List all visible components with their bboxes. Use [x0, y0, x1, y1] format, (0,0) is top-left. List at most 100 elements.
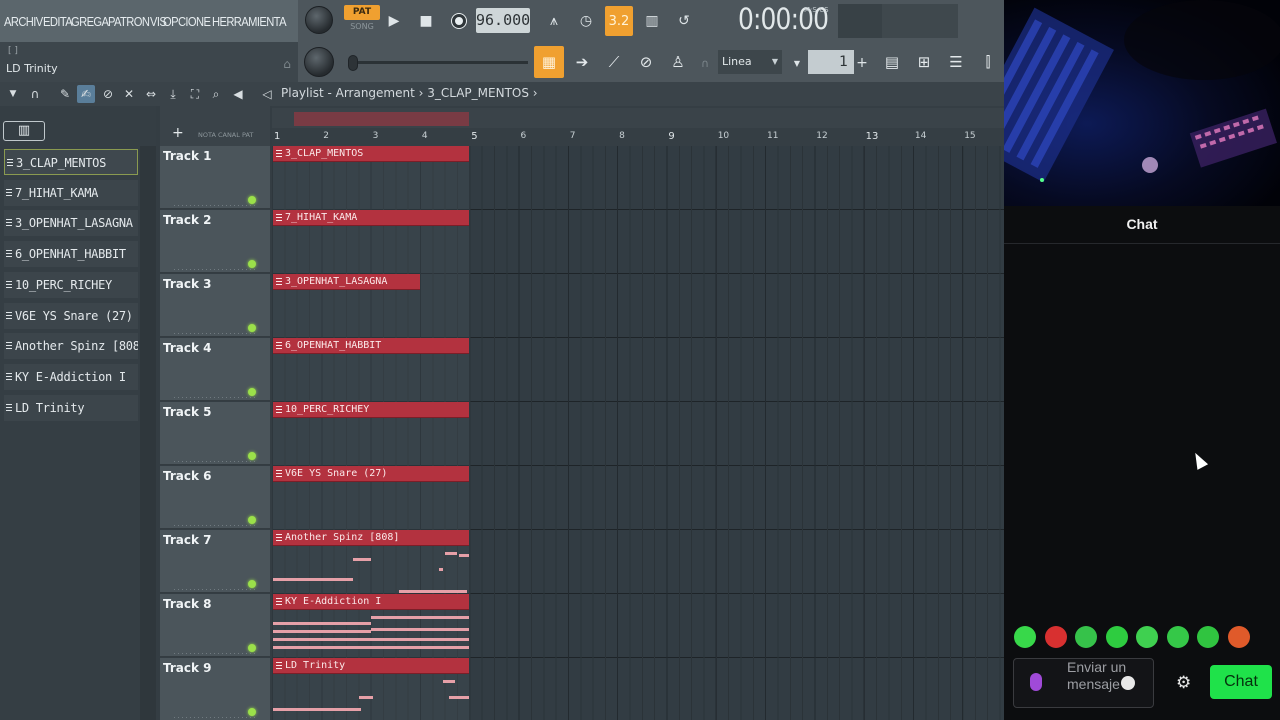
picker-item[interactable]: 3_CLAP_MENTOS [4, 149, 138, 175]
track-header[interactable]: Track 5 [160, 402, 270, 465]
pattern-number[interactable]: 1 [808, 50, 854, 74]
loop-region[interactable] [294, 112, 469, 126]
loop-record-icon[interactable]: ↺ [670, 8, 698, 34]
song-mode[interactable]: SONG [344, 20, 380, 34]
piano-roll-icon[interactable]: ⊞ [910, 49, 938, 75]
slice-icon[interactable]: ⤓ [164, 85, 182, 103]
picker-item[interactable]: 7_HIHAT_KAMA [4, 179, 138, 206]
emote-icon[interactable] [1044, 626, 1067, 648]
pattern-clip[interactable]: LD Trinity [273, 658, 470, 720]
paint-icon[interactable]: ✍ [77, 85, 95, 103]
track-enable-led[interactable] [248, 388, 256, 396]
chat-send-button[interactable]: Chat [1210, 665, 1272, 699]
chat-message-input[interactable]: Enviar un mensaje [1013, 658, 1154, 708]
pattern-clip[interactable]: V6E YS Snare (27) [273, 466, 470, 529]
pattern-clip[interactable]: 10_PERC_RICHEY [273, 402, 470, 465]
gear-icon[interactable]: ⚙ [1176, 673, 1191, 693]
track-enable-led[interactable] [248, 260, 256, 268]
pattern-prev-icon[interactable]: ▼ [790, 58, 804, 68]
playback-icon[interactable]: ◀ [229, 85, 247, 103]
pattern-clip[interactable]: 7_HIHAT_KAMA [273, 210, 470, 273]
emote-icon[interactable] [1166, 626, 1189, 648]
emoji-icon[interactable] [1121, 676, 1135, 690]
main-volume-knob[interactable] [305, 6, 333, 34]
pattern-clip[interactable]: 3_CLAP_MENTOS [273, 146, 470, 209]
step-edit-icon[interactable]: ▥ [638, 8, 666, 34]
track-header[interactable]: Track 9 [160, 658, 270, 720]
slip-icon[interactable]: ⇔ [142, 85, 160, 103]
record-button[interactable] [446, 8, 472, 34]
master-volume-slider-thumb[interactable] [348, 55, 358, 71]
pattern-clip[interactable]: Another Spinz [808] [273, 530, 470, 593]
picker-item[interactable]: 6_OPENHAT_HABBIT [4, 241, 138, 268]
emote-icon[interactable] [1105, 626, 1128, 648]
picker-item[interactable]: V6E YS Snare (27) [4, 302, 138, 329]
track-header[interactable]: Track 2 [160, 210, 270, 273]
arrow-right-icon[interactable]: ➔ [568, 49, 596, 75]
magnet-icon[interactable]: ∩ [26, 85, 44, 103]
playlist-icon[interactable]: ▤ [878, 49, 906, 75]
pattern-clip[interactable]: 6_OPENHAT_HABBIT [273, 338, 470, 401]
emote-icon[interactable] [1075, 626, 1097, 648]
track-header[interactable]: Track 7 [160, 530, 270, 593]
track-enable-led[interactable] [248, 644, 256, 652]
arrangement-arrow-icon[interactable]: ◁ [258, 85, 276, 103]
playlist-breadcrumb[interactable]: Playlist - Arrangement › 3_CLAP_MENTOS › [281, 86, 538, 100]
emote-icon[interactable] [1227, 626, 1250, 648]
playlist-grid[interactable]: 3_CLAP_MENTOS 7_HIHAT_KAMA 3_OPENHAT_LASAG… [272, 146, 1004, 720]
picker-item[interactable]: 10_PERC_RICHEY [4, 271, 138, 298]
piano-keyboard-icon[interactable]: ▥ [3, 121, 45, 141]
stamp-icon[interactable]: ♙ [664, 49, 692, 75]
mixer-icon[interactable]: ⫿ [974, 49, 1002, 75]
pencil-icon[interactable]: ✎ [56, 85, 74, 103]
lock-icon[interactable]: ⌂ [280, 56, 294, 72]
track-header[interactable]: Track 3 [160, 274, 270, 337]
track-header[interactable]: Track 4 [160, 338, 270, 401]
emote-icon[interactable] [1136, 626, 1158, 648]
pattern-display[interactable]: 3.2 [605, 6, 633, 36]
play-button[interactable]: ▶ [382, 8, 406, 34]
master-pitch-knob[interactable] [304, 47, 334, 77]
picker-item[interactable]: KY E-Addiction I [4, 363, 138, 390]
track-enable-led[interactable] [248, 708, 256, 716]
picker-item[interactable]: Another Spinz [808] [4, 333, 138, 360]
headphones-icon[interactable]: ∩ [698, 56, 712, 70]
track-enable-led[interactable] [248, 452, 256, 460]
menu-editar[interactable]: EDITA [43, 14, 73, 29]
track-enable-led[interactable] [248, 196, 256, 204]
track-header[interactable]: Track 1 [160, 146, 270, 209]
track-header[interactable]: Track 6 [160, 466, 270, 529]
track-enable-led[interactable] [248, 516, 256, 524]
menu-opciones[interactable]: OPCIONE [163, 14, 211, 29]
microphone-icon[interactable] [1030, 673, 1042, 691]
brush-icon[interactable]: ⟋ [600, 49, 628, 75]
track-enable-led[interactable] [248, 324, 256, 332]
pattern-clip[interactable]: 3_OPENHAT_LASAGNA [273, 274, 420, 337]
timeline-ruler[interactable]: 1 2 3 4 5 6 7 8 9 10 11 12 13 14 15 [272, 106, 1004, 146]
track-enable-led[interactable] [248, 580, 256, 588]
master-volume-slider-track[interactable] [352, 61, 528, 64]
emote-icon[interactable] [1197, 626, 1219, 648]
zoom-icon[interactable]: ⌕ [207, 85, 225, 103]
select-icon[interactable]: ⛶ [186, 85, 204, 103]
menu-herramientas[interactable]: HERRAMIENTA [212, 14, 287, 29]
typing-keyboard-icon[interactable]: ▦ [534, 46, 564, 78]
pattern-clip[interactable]: KY E-Addiction I [273, 594, 470, 657]
snap-select[interactable]: Linea ▼ [718, 50, 782, 74]
menu-patron[interactable]: PATRON [108, 14, 150, 29]
menu-agregar[interactable]: GREGA [71, 14, 109, 29]
emote-icon[interactable] [1014, 626, 1036, 648]
menu-archivo[interactable]: ARCHIV [4, 14, 43, 29]
link-icon[interactable]: ⊘ [632, 49, 660, 75]
pat-song-toggle[interactable]: PAT SONG [344, 5, 380, 37]
add-pattern-icon[interactable]: + [854, 54, 870, 72]
mute-icon[interactable]: ✕ [120, 85, 138, 103]
delete-icon[interactable]: ⊘ [99, 85, 117, 103]
picker-item[interactable]: LD Trinity [4, 394, 138, 421]
channel-rack-icon[interactable]: ☰ [942, 49, 970, 75]
wait-input-icon[interactable]: ◷ [572, 8, 600, 34]
tempo-display[interactable]: 96.000 [476, 8, 530, 33]
add-track-icon[interactable]: + [172, 125, 184, 141]
picker-scrollbar[interactable] [140, 146, 156, 720]
stop-button[interactable]: ■ [414, 8, 438, 34]
